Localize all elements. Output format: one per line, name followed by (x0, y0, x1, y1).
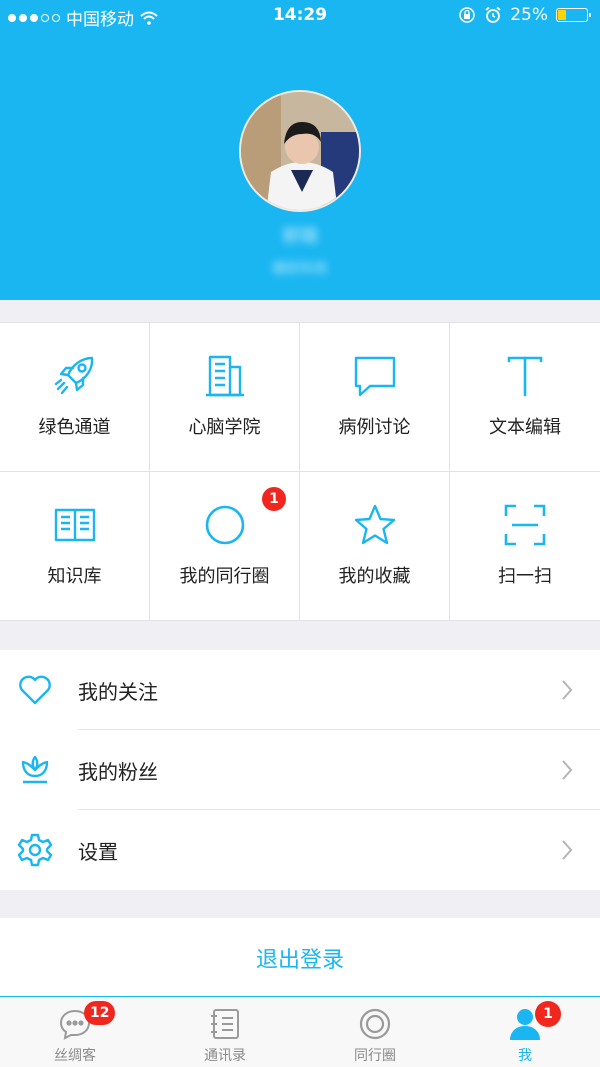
grid-item-label: 心脑学院 (188, 417, 261, 438)
grid-item-label: 绿色通道 (38, 417, 111, 438)
feature-grid: 绿色通道 心脑学院 病例讨论 文本编辑 知识库 我的同行圈 我的收藏 扫一扫 (0, 322, 600, 621)
chevron-right-icon (562, 760, 573, 780)
grid-item-label: 我的同行圈 (179, 566, 270, 587)
star-icon (354, 504, 395, 545)
tab-label: 同行圈 (354, 1048, 396, 1064)
rotation-lock-icon (459, 7, 475, 23)
circle-badge: 1 (262, 487, 286, 511)
alarm-icon (485, 6, 501, 23)
gear-icon (17, 833, 53, 867)
status-right: 25% (458, 5, 591, 25)
text-icon (507, 356, 543, 397)
me-unread-badge: 1 (535, 1001, 561, 1027)
list-item-settings[interactable]: 设置 (0, 810, 600, 890)
grid-item-label: 知识库 (47, 566, 102, 587)
tab-label: 通讯录 (204, 1048, 246, 1064)
tab-circle[interactable]: 同行圈 (300, 997, 450, 1067)
lotus-icon (21, 755, 49, 784)
grid-item-case-discussion[interactable]: 病例讨论 (300, 323, 450, 472)
grid-item-label: 扫一扫 (498, 566, 552, 587)
tab-me[interactable]: 我 (450, 997, 600, 1067)
avatar[interactable] (239, 90, 361, 212)
grid-item-knowledge-base[interactable]: 知识库 (0, 472, 150, 621)
list-item-fans[interactable]: 我的粉丝 (0, 730, 600, 810)
grid-item-green-channel[interactable]: 绿色通道 (0, 323, 150, 472)
scan-icon (504, 504, 546, 546)
chevron-right-icon (562, 840, 573, 860)
chevron-right-icon (562, 680, 573, 700)
avatar-photo (241, 92, 359, 210)
chat-unread-badge: 12 (84, 1001, 116, 1025)
profile-header: 中国移动 14:29 25% 郭璐 健民科技 (0, 0, 600, 300)
grid-item-label: 我的收藏 (338, 566, 411, 587)
rocket-icon (54, 356, 93, 395)
list-item-label: 设置 (78, 839, 118, 864)
grid-item-text-edit[interactable]: 文本编辑 (450, 323, 600, 472)
tab-contacts[interactable]: 通讯录 (150, 997, 300, 1067)
grid-item-label: 病例讨论 (338, 417, 411, 438)
list-item-following[interactable]: 我的关注 (0, 650, 600, 730)
list-item-label: 我的关注 (78, 679, 158, 704)
battery-icon (556, 8, 591, 22)
circle-icon (205, 505, 244, 545)
contacts-icon (211, 1009, 239, 1039)
book-icon (54, 508, 95, 542)
chat-bubble-icon (354, 356, 395, 397)
tab-label: 丝绸客 (54, 1048, 96, 1064)
grid-item-label: 文本编辑 (489, 417, 561, 438)
profile-screen: 中国移动 14:29 25% 郭璐 健民科技 绿色通道 心脑学院 病例讨论 文本… (0, 0, 600, 1067)
target-icon (359, 1008, 391, 1040)
grid-item-academy[interactable]: 心脑学院 (150, 323, 300, 472)
list-item-label: 我的粉丝 (78, 759, 158, 784)
profile-name: 郭璐 (282, 226, 318, 247)
tab-chat[interactable]: 丝绸客 (0, 997, 150, 1067)
heart-icon (19, 675, 51, 705)
profile-subtitle: 健民科技 (272, 261, 328, 277)
battery-percent: 25% (510, 5, 548, 25)
grid-item-scan[interactable]: 扫一扫 (450, 472, 600, 621)
settings-list: 我的关注 我的粉丝 设置 (0, 650, 600, 890)
grid-item-favorites[interactable]: 我的收藏 (300, 472, 450, 621)
building-icon (205, 355, 244, 397)
tab-label: 我 (518, 1048, 532, 1064)
logout-button[interactable]: 退出登录 (0, 918, 600, 998)
status-bar: 中国移动 14:29 25% (0, 0, 600, 32)
